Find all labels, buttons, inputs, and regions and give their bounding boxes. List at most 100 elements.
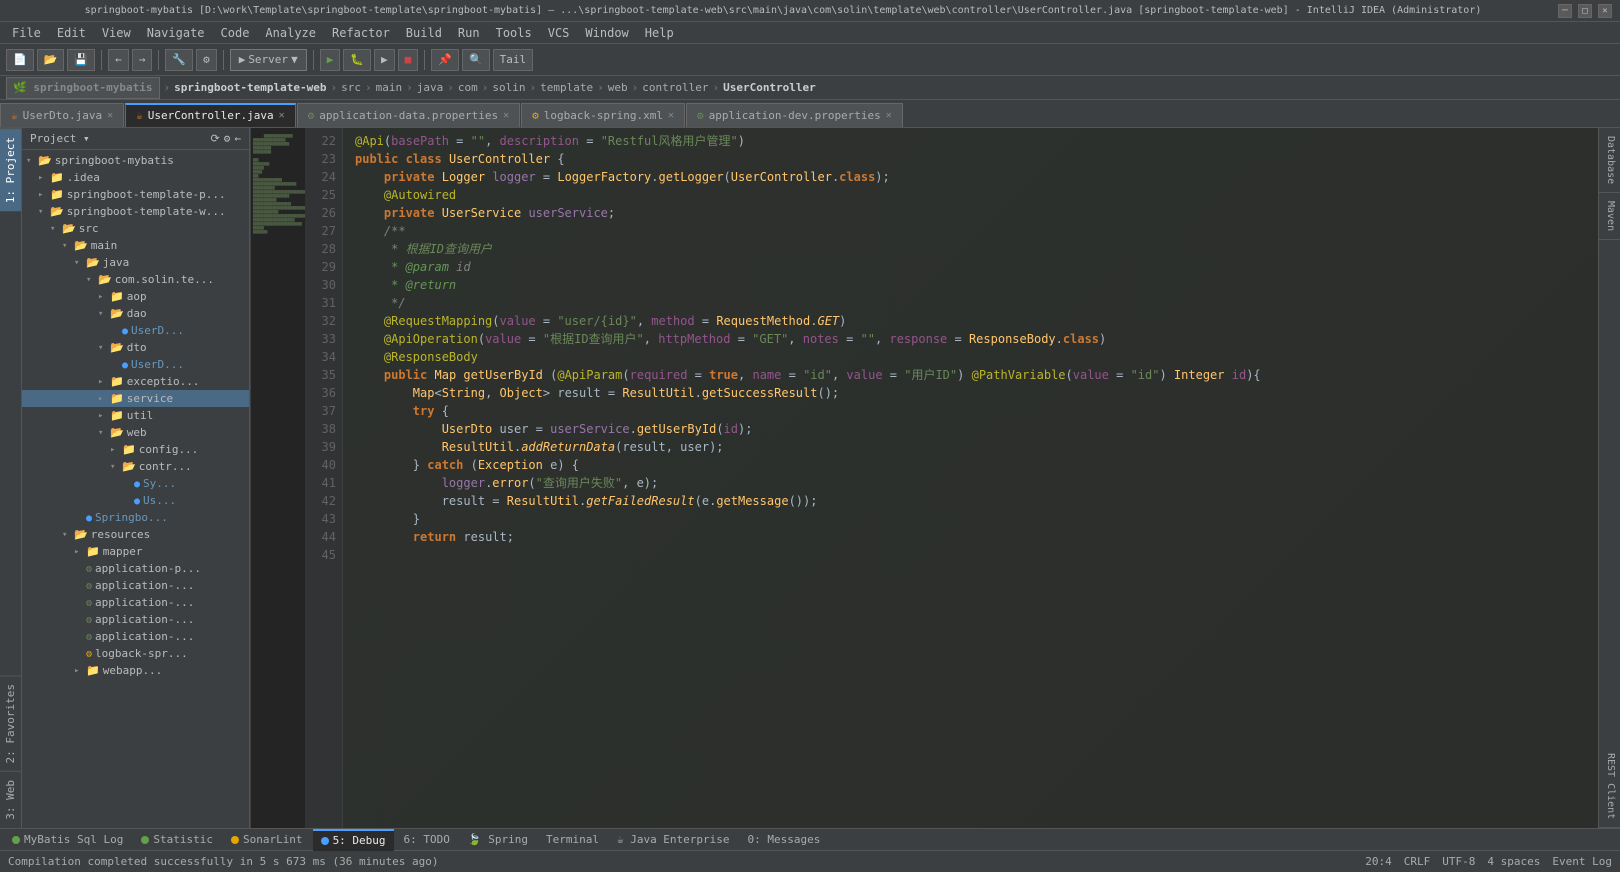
tree-item-5[interactable]: ▾📂main [22, 237, 249, 254]
bottom-tab-java-enterprise[interactable]: ☕ Java Enterprise [609, 829, 738, 851]
indent-info[interactable]: 4 spaces [1487, 855, 1540, 868]
menu-view[interactable]: View [94, 22, 139, 44]
menu-file[interactable]: File [4, 22, 49, 44]
tab-usercontroller[interactable]: ☕ UserController.java ✕ [125, 103, 296, 127]
tab-appdata-close[interactable]: ✕ [503, 104, 509, 128]
nav-com[interactable]: com [458, 81, 478, 94]
tree-item-12[interactable]: ●UserD... [22, 356, 249, 373]
menu-run[interactable]: Run [450, 22, 488, 44]
tree-item-7[interactable]: ▾📂com.solin.te... [22, 271, 249, 288]
tree-item-16[interactable]: ▾📂web [22, 424, 249, 441]
nav-solin[interactable]: solin [492, 81, 525, 94]
bottom-tab-todo[interactable]: 6: TODO [396, 829, 458, 851]
bottom-tab-terminal[interactable]: Terminal [538, 829, 607, 851]
event-log[interactable]: Event Log [1552, 855, 1612, 868]
tree-item-27[interactable]: ⚙application-... [22, 611, 249, 628]
tree-item-10[interactable]: ●UserD... [22, 322, 249, 339]
tree-item-3[interactable]: ▾📂springboot-template-w... [22, 203, 249, 220]
stop-button[interactable]: ■ [398, 49, 419, 71]
line-ending[interactable]: CRLF [1404, 855, 1431, 868]
tab-userdto-close[interactable]: ✕ [107, 104, 113, 128]
toolbar-open[interactable]: 📂 [37, 49, 65, 71]
tab-logback-close[interactable]: ✕ [668, 104, 674, 128]
tree-item-29[interactable]: ⚙logback-spr... [22, 645, 249, 662]
nav-usercontroller[interactable]: UserController [723, 81, 816, 94]
toolbar-more2[interactable]: ⚙ [196, 49, 217, 71]
bottom-tab-debug[interactable]: 5: Debug [313, 829, 394, 851]
tree-item-20[interactable]: ●Us... [22, 492, 249, 509]
menu-vcs[interactable]: VCS [540, 22, 578, 44]
sidebar-hide-icon[interactable]: ← [234, 132, 241, 145]
tree-item-2[interactable]: ▸📁springboot-template-p... [22, 186, 249, 203]
bottom-tab-mybatis[interactable]: MyBatis Sql Log [4, 829, 131, 851]
toolbar-forward[interactable]: → [132, 49, 153, 71]
toolbar-save[interactable]: 💾 [67, 49, 95, 71]
code-area[interactable]: @Api(basePath = "", description = "Restf… [343, 128, 1598, 828]
nav-web[interactable]: web [608, 81, 628, 94]
root-nav-item[interactable]: 🌿 springboot-mybatis [6, 77, 160, 99]
tree-item-28[interactable]: ⚙application-... [22, 628, 249, 645]
tree-item-11[interactable]: ▾📂dto [22, 339, 249, 356]
tree-item-25[interactable]: ⚙application-... [22, 577, 249, 594]
menu-code[interactable]: Code [213, 22, 258, 44]
maximize-button[interactable]: □ [1578, 4, 1592, 18]
menu-navigate[interactable]: Navigate [139, 22, 213, 44]
tree-item-17[interactable]: ▸📁config... [22, 441, 249, 458]
tab-appdev-close[interactable]: ✕ [886, 104, 892, 128]
tree-item-0[interactable]: ▾📂springboot-mybatis [22, 152, 249, 169]
bottom-tab-sonar[interactable]: SonarLint [223, 829, 311, 851]
tree-item-15[interactable]: ▸📁util [22, 407, 249, 424]
tree-item-24[interactable]: ⚙application-p... [22, 560, 249, 577]
server-dropdown[interactable]: ▶ Server ▼ [230, 49, 307, 71]
tab-appdev[interactable]: ⚙ application-dev.properties ✕ [686, 103, 903, 127]
tab-usercontroller-close[interactable]: ✕ [279, 104, 285, 128]
tree-item-26[interactable]: ⚙application-... [22, 594, 249, 611]
menu-window[interactable]: Window [577, 22, 636, 44]
tree-item-6[interactable]: ▾📂java [22, 254, 249, 271]
tree-item-30[interactable]: ▸📁webapp... [22, 662, 249, 679]
nav-src[interactable]: src [341, 81, 361, 94]
tree-item-22[interactable]: ▾📂resources [22, 526, 249, 543]
debug-button[interactable]: 🐛 [343, 49, 371, 71]
sidebar-sync-icon[interactable]: ⟳ [211, 132, 220, 145]
tree-item-4[interactable]: ▾📂src [22, 220, 249, 237]
cursor-position[interactable]: 20:4 [1365, 855, 1392, 868]
minimize-button[interactable]: ─ [1558, 4, 1572, 18]
nav-template[interactable]: template [540, 81, 593, 94]
toolbar-tail[interactable]: Tail [493, 49, 534, 71]
menu-build[interactable]: Build [398, 22, 450, 44]
tree-item-1[interactable]: ▸📁.idea [22, 169, 249, 186]
tree-item-18[interactable]: ▾📂contr... [22, 458, 249, 475]
right-tab-rest[interactable]: REST Client [1599, 745, 1620, 828]
encoding[interactable]: UTF-8 [1442, 855, 1475, 868]
left-tab-project[interactable]: 1: Project [0, 128, 21, 211]
nav-controller[interactable]: controller [642, 81, 708, 94]
tree-item-23[interactable]: ▸📁mapper [22, 543, 249, 560]
menu-help[interactable]: Help [637, 22, 682, 44]
left-tab-favorites[interactable]: 2: Favorites [0, 675, 21, 771]
right-tab-maven[interactable]: Maven [1599, 193, 1620, 240]
run2-button[interactable]: ▶ [374, 49, 395, 71]
run-button[interactable]: ▶ [320, 49, 341, 71]
bottom-tab-messages[interactable]: 0: Messages [740, 829, 829, 851]
bottom-tab-statistic[interactable]: Statistic [133, 829, 221, 851]
toolbar-new[interactable]: 📄 [6, 49, 34, 71]
bottom-tab-spring[interactable]: 🍃 Spring [460, 829, 536, 851]
tree-item-8[interactable]: ▸📁aop [22, 288, 249, 305]
toolbar-back[interactable]: ← [108, 49, 129, 71]
menu-refactor[interactable]: Refactor [324, 22, 398, 44]
tree-item-13[interactable]: ▸📁exceptio... [22, 373, 249, 390]
tree-item-21[interactable]: ●Springbo... [22, 509, 249, 526]
tab-userdto[interactable]: ☕ UserDto.java ✕ [0, 103, 124, 127]
menu-analyze[interactable]: Analyze [257, 22, 324, 44]
right-tab-database[interactable]: Database [1599, 128, 1620, 193]
toolbar-search[interactable]: 🔍 [462, 49, 490, 71]
left-tab-web[interactable]: 3: Web [0, 771, 21, 828]
close-button[interactable]: ✕ [1598, 4, 1612, 18]
tree-item-14[interactable]: ▸📁service [22, 390, 249, 407]
nav-template-web[interactable]: springboot-template-web [174, 81, 326, 94]
nav-java[interactable]: java [417, 81, 444, 94]
tree-item-19[interactable]: ●Sy... [22, 475, 249, 492]
tab-logback[interactable]: ⚙ logback-spring.xml ✕ [521, 103, 685, 127]
sidebar-gear-icon[interactable]: ⚙ [224, 132, 231, 145]
